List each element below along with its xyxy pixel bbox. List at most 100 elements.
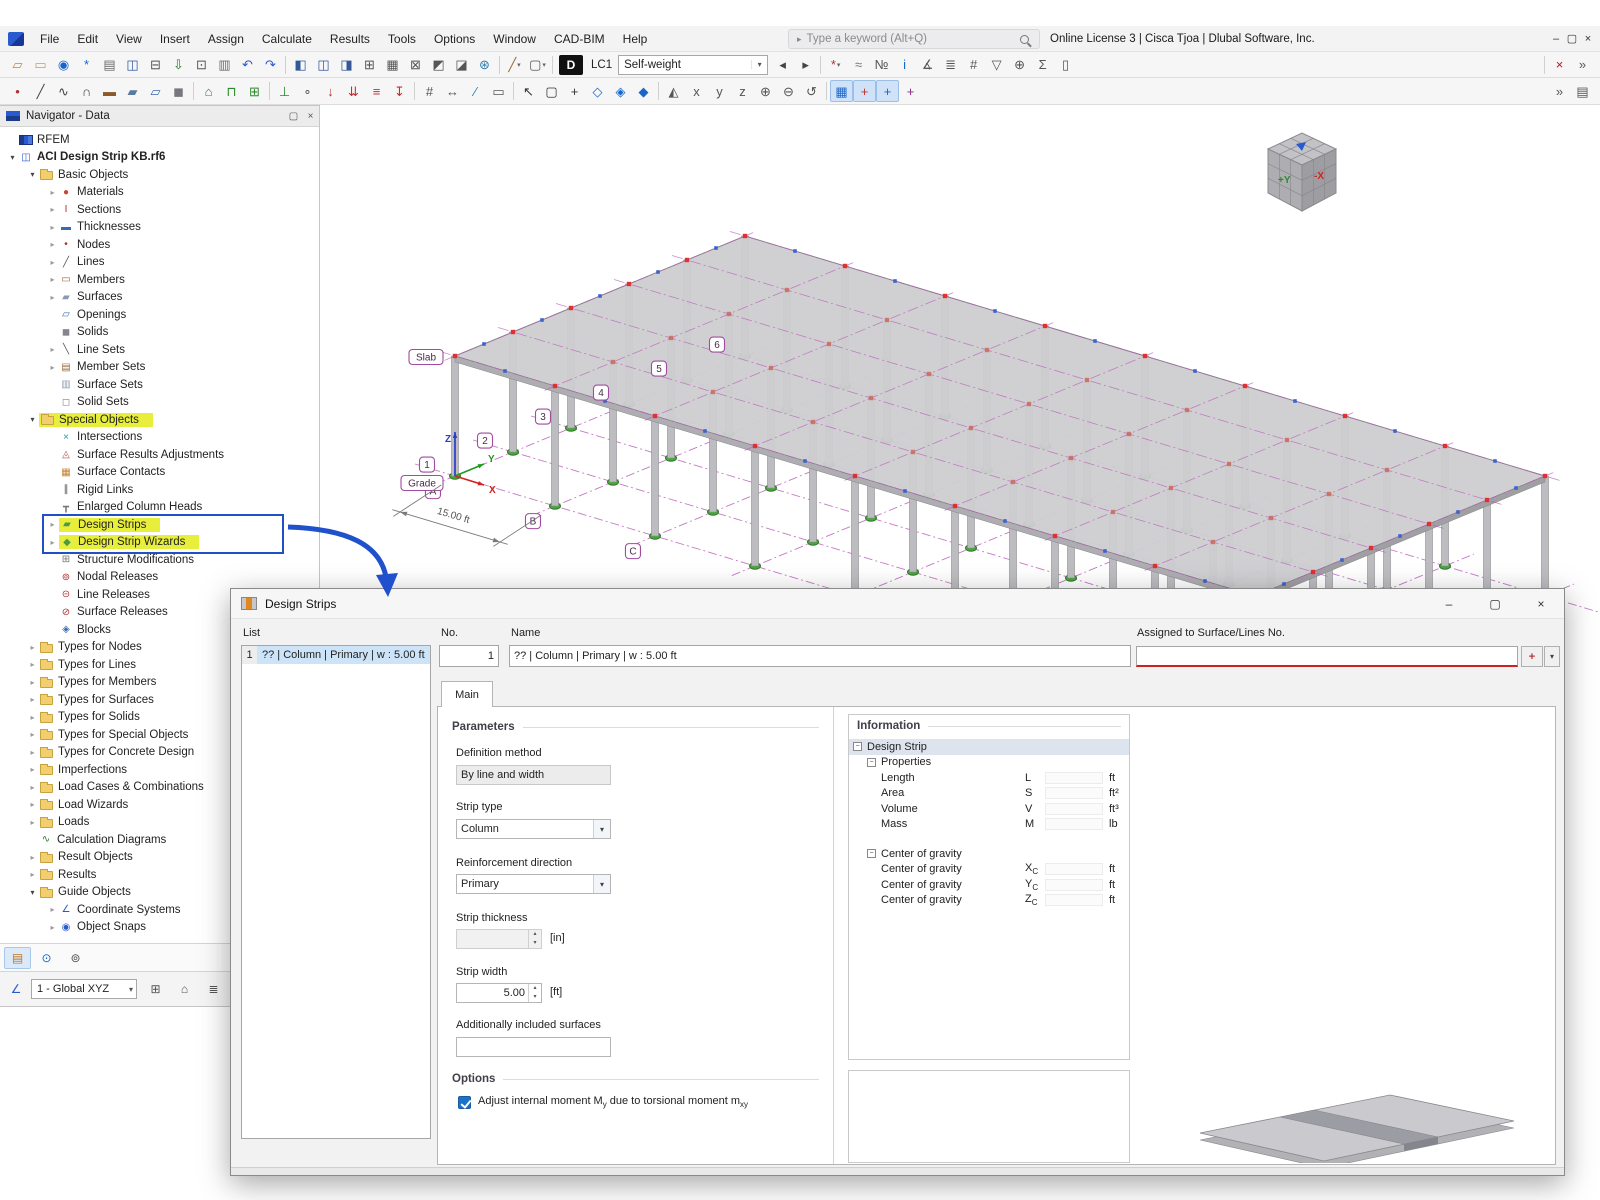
stop-process-button[interactable]: ×: [1548, 54, 1571, 76]
tree-item-line-sets[interactable]: ▸╲Line Sets: [0, 341, 318, 359]
expander-icon[interactable]: ▸: [46, 363, 59, 372]
expander-icon[interactable]: ▸: [46, 275, 59, 284]
online-services-button[interactable]: ⊛: [473, 54, 496, 76]
expander-icon[interactable]: ▸: [26, 695, 39, 704]
expander-icon[interactable]: ▸: [26, 660, 39, 669]
tree-item-enlarged-column-heads[interactable]: ┳Enlarged Column Heads: [0, 499, 318, 517]
edit-operations-button[interactable]: ╱▾: [503, 54, 526, 76]
units-settings-button[interactable]: #: [962, 54, 985, 76]
dialog-minimize-button[interactable]: –: [1426, 589, 1472, 618]
new-line-button[interactable]: ╱: [29, 80, 52, 102]
restore-button[interactable]: ▢: [1564, 26, 1580, 52]
pick-surfaces-button[interactable]: +: [1521, 646, 1543, 667]
expander-icon[interactable]: ▸: [46, 293, 59, 302]
new-surface-button[interactable]: ▰: [121, 80, 144, 102]
tree-item-aci-design-strip-kb-rf6[interactable]: ▾◫ACI Design Strip KB.rf6: [0, 149, 318, 167]
save-button[interactable]: ◫: [121, 54, 144, 76]
navigator-float-button[interactable]: ▢: [285, 111, 302, 122]
new-printout-report-button[interactable]: ▤: [1571, 80, 1594, 102]
more-tools-button[interactable]: »: [1571, 54, 1594, 76]
numbering-button[interactable]: №: [870, 54, 893, 76]
open-model-button[interactable]: ▭: [29, 54, 52, 76]
slab-surface[interactable]: [455, 236, 1545, 602]
dialog-resize-bar[interactable]: [231, 1167, 1564, 1175]
show-supports-toggle-button[interactable]: +: [853, 80, 876, 102]
new-opening-button[interactable]: ▱: [144, 80, 167, 102]
show-grid-toggle-button[interactable]: ▦: [830, 80, 853, 102]
table-manager-button[interactable]: ▦: [381, 54, 404, 76]
tree-item-solid-sets[interactable]: ◻Solid Sets: [0, 394, 318, 412]
redo-button[interactable]: ↷: [259, 54, 282, 76]
adjust-moment-checkbox[interactable]: [458, 1096, 471, 1109]
notes-button[interactable]: ▭: [487, 80, 510, 102]
select-pointer-button[interactable]: ↖: [517, 80, 540, 102]
collapse-icon[interactable]: −: [867, 849, 876, 858]
menu-options[interactable]: Options: [425, 26, 484, 52]
tree-item-basic-objects[interactable]: ▾Basic Objects: [0, 166, 318, 184]
menu-window[interactable]: Window: [484, 26, 545, 52]
generate-frame-button[interactable]: ⊓: [220, 80, 243, 102]
expander-icon[interactable]: ▸: [26, 748, 39, 757]
expander-icon[interactable]: ▸: [46, 240, 59, 249]
tree-item-surfaces[interactable]: ▸▰Surfaces: [0, 289, 318, 307]
menu-results[interactable]: Results: [321, 26, 379, 52]
tree-item-design-strip-wizards[interactable]: ▸◆Design Strip Wizards: [0, 534, 318, 552]
definition-method-field[interactable]: By line and width: [456, 765, 611, 785]
name-field[interactable]: ?? | Column | Primary | w : 5.00 ft: [509, 645, 1131, 667]
expander-icon[interactable]: ▾: [26, 888, 39, 897]
dialog-titlebar[interactable]: Design Strips – ▢ ×: [231, 589, 1564, 619]
coordinate-system-select[interactable]: 1 - Global XYZ ▾: [31, 979, 137, 999]
collapse-icon[interactable]: −: [867, 758, 876, 767]
next-load-case-button[interactable]: ▸: [794, 54, 817, 76]
sum-values-button[interactable]: Σ: [1031, 54, 1054, 76]
expander-icon[interactable]: ▸: [46, 205, 59, 214]
tree-item-nodes[interactable]: ▸•Nodes: [0, 236, 318, 254]
new-line-load-button[interactable]: ⇊: [342, 80, 365, 102]
spinner-arrows-icon[interactable]: ▴▾: [528, 984, 541, 1002]
new-arc-button[interactable]: ∩: [75, 80, 98, 102]
show-tables-button[interactable]: ⊞: [358, 54, 381, 76]
tree-item-thicknesses[interactable]: ▸▬Thicknesses: [0, 219, 318, 237]
tree-item-nodal-releases[interactable]: ⊚Nodal Releases: [0, 569, 318, 587]
chevron-down-icon[interactable]: ▾: [593, 875, 610, 893]
expander-icon[interactable]: ▾: [6, 153, 19, 162]
tree-item-structure-modifications[interactable]: ⊞Structure Modifications: [0, 551, 318, 569]
tree-item-solids[interactable]: ◼Solids: [0, 324, 318, 342]
expander-icon[interactable]: ▸: [46, 538, 59, 547]
tree-item-rigid-links[interactable]: ∥Rigid Links: [0, 481, 318, 499]
chevron-down-icon[interactable]: ▾: [751, 60, 767, 69]
new-model-button[interactable]: ▱: [6, 54, 29, 76]
menu-view[interactable]: View: [107, 26, 151, 52]
expander-icon[interactable]: ▸: [26, 643, 39, 652]
new-free-load-button[interactable]: ↧: [388, 80, 411, 102]
strip-width-input[interactable]: 5.00 ▴▾: [456, 983, 542, 1003]
assigned-field[interactable]: [1136, 646, 1518, 667]
copy-button[interactable]: ⊡: [190, 54, 213, 76]
expander-icon[interactable]: ▸: [26, 800, 39, 809]
selection-tool-button[interactable]: ▢▾: [526, 54, 549, 76]
expander-icon[interactable]: ▸: [46, 923, 59, 932]
previous-load-case-button[interactable]: ◂: [771, 54, 794, 76]
expander-icon[interactable]: ▸: [26, 713, 39, 722]
chevron-down-icon[interactable]: ▾: [1544, 646, 1560, 667]
tree-item-rfem[interactable]: RFEM: [0, 131, 318, 149]
design-strips-list[interactable]: 1?? | Column | Primary | w : 5.00 ft: [241, 645, 431, 1139]
window-split-button[interactable]: ◫: [312, 54, 335, 76]
expander-icon[interactable]: ▸: [46, 905, 59, 914]
dialog-maximize-button[interactable]: ▢: [1472, 589, 1518, 618]
new-nodal-load-button[interactable]: ↓: [319, 80, 342, 102]
show-numbering-toggle-button[interactable]: +: [899, 80, 922, 102]
object-info-button[interactable]: i: [893, 54, 916, 76]
move-coordinate-system-button[interactable]: ⌂: [171, 978, 198, 1000]
filter-button[interactable]: ▽: [985, 54, 1008, 76]
expander-icon[interactable]: ▸: [26, 678, 39, 687]
window-tabs-button[interactable]: ◨: [335, 54, 358, 76]
edit-coordinate-system-button[interactable]: ⊞: [142, 978, 169, 1000]
work-plane-xz-button[interactable]: ◆: [632, 80, 655, 102]
chevron-down-icon[interactable]: ▾: [593, 820, 610, 838]
menu-tools[interactable]: Tools: [379, 26, 425, 52]
tab-views-button[interactable]: ⊙: [33, 947, 60, 969]
print-button[interactable]: ⊟: [144, 54, 167, 76]
generate-structure-button[interactable]: ⌂: [197, 80, 220, 102]
zoom-out-button[interactable]: ⊖: [777, 80, 800, 102]
